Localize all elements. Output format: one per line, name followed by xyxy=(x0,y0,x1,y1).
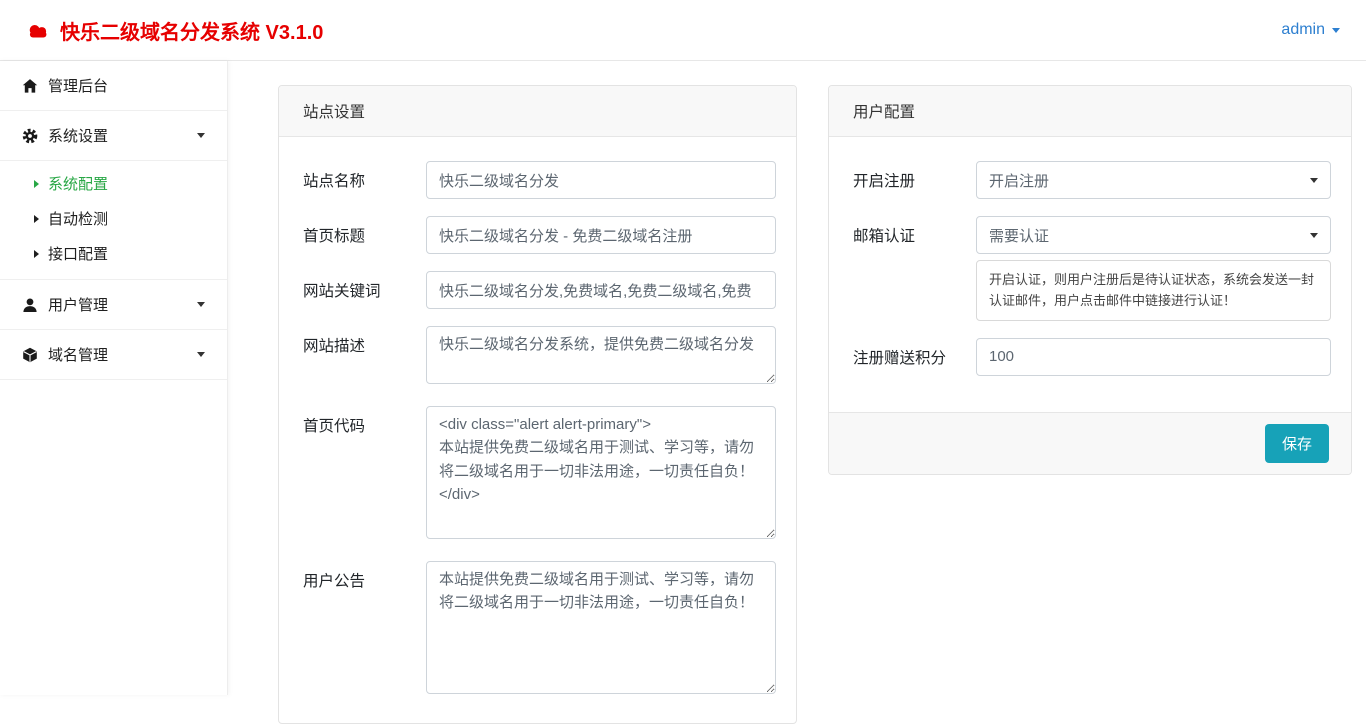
cube-icon xyxy=(22,347,38,363)
save-button[interactable]: 保存 xyxy=(1265,424,1329,463)
sidebar-subitem-label: 系统配置 xyxy=(48,173,108,194)
site-name-input[interactable] xyxy=(426,161,776,199)
caret-down-icon xyxy=(197,133,205,138)
keywords-input[interactable] xyxy=(426,271,776,309)
caret-down-icon xyxy=(1310,233,1318,238)
home-title-label: 首页标题 xyxy=(303,216,426,246)
form-row-announcement: 用户公告 xyxy=(303,561,776,699)
site-settings-panel-title: 站点设置 xyxy=(279,86,796,137)
caret-right-icon xyxy=(34,215,39,223)
caret-down-icon xyxy=(197,302,205,307)
sidebar-subitem-auto-detect[interactable]: 自动检测 xyxy=(0,201,227,236)
top-navbar: 快乐二级域名分发系统 V3.1.0 admin xyxy=(0,0,1366,61)
user-icon xyxy=(22,297,38,313)
form-row-home-code: 首页代码 xyxy=(303,406,776,544)
form-row-keywords: 网站关键词 xyxy=(303,271,776,309)
user-config-footer: 保存 xyxy=(829,412,1351,474)
system-settings-submenu: 系统配置 自动检测 接口配置 xyxy=(0,161,227,280)
caret-down-icon xyxy=(197,352,205,357)
sidebar-item-dashboard[interactable]: 管理后台 xyxy=(0,61,227,111)
caret-right-icon xyxy=(34,250,39,258)
home-title-input[interactable] xyxy=(426,216,776,254)
user-config-form: 开启注册 开启注册 邮箱认证 需要认证 xyxy=(829,137,1351,412)
email-verify-select[interactable]: 需要认证 xyxy=(976,216,1331,254)
sidebar-item-system-settings[interactable]: 系统设置 xyxy=(0,111,227,161)
form-row-register: 开启注册 开启注册 xyxy=(853,161,1331,199)
register-points-input[interactable] xyxy=(976,338,1331,376)
announcement-label: 用户公告 xyxy=(303,561,426,591)
description-textarea[interactable] xyxy=(426,326,776,384)
sidebar-item-user-management[interactable]: 用户管理 xyxy=(0,280,227,330)
register-label: 开启注册 xyxy=(853,161,976,191)
email-verify-help: 开启认证，则用户注册后是待认证状态，系统会发送一封认证邮件，用户点击邮件中链接进… xyxy=(976,260,1331,321)
form-row-description: 网站描述 xyxy=(303,326,776,389)
form-row-email-verify: 邮箱认证 需要认证 开启认证，则用户注册后是待认证状态，系统会发送一封认证邮件，… xyxy=(853,216,1331,321)
user-config-panel-title: 用户配置 xyxy=(829,86,1351,137)
site-name-label: 站点名称 xyxy=(303,161,426,191)
site-settings-form: 站点名称 首页标题 网站关键词 xyxy=(279,137,796,723)
register-select[interactable]: 开启注册 xyxy=(976,161,1331,199)
form-row-register-points: 注册赠送积分 xyxy=(853,338,1331,376)
brand[interactable]: 快乐二级域名分发系统 V3.1.0 xyxy=(26,16,323,45)
sidebar-subitem-label: 接口配置 xyxy=(48,243,108,264)
email-verify-label: 邮箱认证 xyxy=(853,216,976,246)
home-code-textarea[interactable] xyxy=(426,406,776,539)
register-select-value: 开启注册 xyxy=(989,173,1049,190)
sidebar-subitem-system-config[interactable]: 系统配置 xyxy=(0,166,227,201)
sidebar-item-domain-management[interactable]: 域名管理 xyxy=(0,330,227,380)
form-row-site-name: 站点名称 xyxy=(303,161,776,199)
sidebar-subitem-api-config[interactable]: 接口配置 xyxy=(0,236,227,271)
caret-down-icon xyxy=(1332,28,1340,33)
form-row-home-title: 首页标题 xyxy=(303,216,776,254)
sidebar-item-label: 域名管理 xyxy=(48,344,108,365)
sidebar-subitem-label: 自动检测 xyxy=(48,208,108,229)
gear-icon xyxy=(22,128,38,144)
description-label: 网站描述 xyxy=(303,326,426,356)
sidebar-item-label: 管理后台 xyxy=(48,75,108,96)
caret-right-icon xyxy=(34,180,39,188)
register-points-label: 注册赠送积分 xyxy=(853,338,976,368)
sidebar-item-label: 用户管理 xyxy=(48,294,108,315)
main-content: 站点设置 站点名称 首页标题 网站关键词 xyxy=(228,61,1366,695)
home-icon xyxy=(22,78,38,94)
keywords-label: 网站关键词 xyxy=(303,271,426,301)
user-menu-label: admin xyxy=(1281,21,1325,39)
email-verify-select-value: 需要认证 xyxy=(989,228,1049,245)
user-menu[interactable]: admin xyxy=(1281,21,1340,39)
cloud-icon xyxy=(26,21,51,39)
app-title: 快乐二级域名分发系统 V3.1.0 xyxy=(60,16,323,45)
sidebar: 管理后台 系统设置 系统配置 自动检测 xyxy=(0,61,228,695)
announcement-textarea[interactable] xyxy=(426,561,776,694)
user-config-panel: 用户配置 开启注册 开启注册 邮箱认证 需要认证 xyxy=(828,85,1352,475)
sidebar-item-label: 系统设置 xyxy=(48,125,108,146)
site-settings-panel: 站点设置 站点名称 首页标题 网站关键词 xyxy=(278,85,797,724)
home-code-label: 首页代码 xyxy=(303,406,426,436)
caret-down-icon xyxy=(1310,178,1318,183)
